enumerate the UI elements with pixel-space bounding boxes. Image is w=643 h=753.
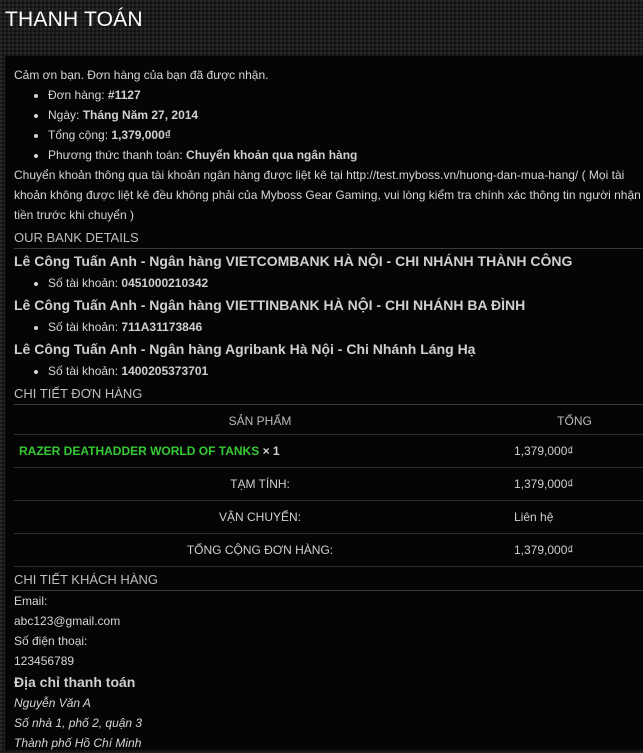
order-total-item: Tổng cộng: 1,379,000₫ [48, 125, 643, 145]
table-row: TỔNG CỘNG ĐƠN HÀNG: 1,379,000₫ [14, 533, 643, 567]
order-total-value: 1,379,000₫ [111, 128, 171, 142]
bank-name-agribank: Lê Công Tuấn Anh - Ngân hàng Agribank Hà… [14, 341, 476, 357]
bank-account-item: Số tài khoản: 1400205373701 [48, 361, 643, 381]
order-total-label: TỔNG CỘNG ĐƠN HÀNG: [14, 533, 506, 567]
account-label: Số tài khoản: [48, 320, 119, 334]
order-total-label: Tổng cộng: [48, 128, 109, 142]
subtotal-label: TẠM TÍNH: [14, 467, 506, 501]
payment-method-item: Phương thức thanh toán: Chuyển khoản qua… [48, 145, 643, 165]
phone-value: 123456789 [14, 654, 75, 668]
email-label: Email: [14, 594, 48, 608]
order-total-value: 1,379,000₫ [506, 533, 643, 567]
order-number-item: Đơn hàng: #1127 [48, 85, 643, 105]
account-number: 711A31173846 [121, 320, 203, 334]
order-date-value: Tháng Năm 27, 2014 [82, 108, 199, 122]
bank-account-item: Số tài khoản: 0451000210342 [48, 273, 643, 293]
subtotal-value: 1,379,000₫ [506, 467, 643, 501]
account-number: 1400205373701 [121, 364, 209, 378]
account-number: 0451000210342 [121, 276, 209, 290]
bank-account-list: Số tài khoản: 711A31173846 [14, 317, 643, 337]
transfer-note: Chuyển khoản thông qua tài khoản ngân hà… [14, 168, 641, 222]
bank-account-list: Số tài khoản: 1400205373701 [14, 361, 643, 381]
order-number-label: Đơn hàng: [48, 88, 105, 102]
table-row: TẠM TÍNH: 1,379,000₫ [14, 467, 643, 501]
order-number-value: #1127 [107, 88, 141, 102]
shipping-value: Liên hệ [506, 500, 643, 534]
customer-details-heading: CHI TIẾT KHÁCH HÀNG [14, 570, 643, 591]
order-received-panel: Cảm ơn bạn. Đơn hàng của bạn đã được nhậ… [5, 56, 643, 750]
bank-name-viettinbank: Lê Công Tuấn Anh - Ngân hàng VIETTINBANK… [14, 297, 526, 313]
product-column-header: SẢN PHẨM [14, 408, 506, 435]
order-details-heading: CHI TIẾT ĐƠN HÀNG [14, 384, 643, 405]
order-date-item: Ngày: Tháng Năm 27, 2014 [48, 105, 643, 125]
product-link[interactable]: RAZER DEATHADDER WORLD OF TANKS [19, 444, 259, 458]
product-total-cell: 1,379,000₫ [506, 434, 643, 468]
page-title: THANH TOÁN [5, 8, 143, 31]
table-header-row: SẢN PHẨM TỔNG [14, 408, 643, 435]
bank-account-list: Số tài khoản: 0451000210342 [14, 273, 643, 293]
order-date-label: Ngày: [48, 108, 80, 122]
payment-method-value: Chuyển khoản qua ngân hàng [186, 148, 358, 162]
table-row: RAZER DEATHADDER WORLD OF TANKS × 1 1,37… [14, 434, 643, 468]
total-column-header: TỔNG [506, 408, 643, 435]
payment-method-label: Phương thức thanh toán: [48, 148, 183, 162]
bank-details-heading: OUR BANK DETAILS [14, 228, 643, 249]
product-cell: RAZER DEATHADDER WORLD OF TANKS × 1 [14, 434, 506, 468]
account-label: Số tài khoản: [48, 276, 119, 290]
bank-account-item: Số tài khoản: 711A31173846 [48, 317, 643, 337]
table-row: VẬN CHUYỂN: Liên hệ [14, 500, 643, 534]
email-value: abc123@gmail.com [14, 614, 121, 628]
billing-city: Thành phố Hồ Chí Minh [14, 736, 142, 750]
phone-label: Số điện thoại: [14, 634, 88, 648]
billing-address-heading: Địa chỉ thanh toán [14, 674, 136, 690]
billing-name: Nguyễn Văn A [14, 696, 91, 710]
shipping-label: VẬN CHUYỂN: [14, 500, 506, 534]
order-details-table: SẢN PHẨM TỔNG RAZER DEATHADDER WORLD OF … [14, 408, 643, 567]
bank-name-vietcombank: Lê Công Tuấn Anh - Ngân hàng VIETCOMBANK… [14, 253, 573, 269]
billing-street: Số nhà 1, phố 2, quận 3 [14, 716, 143, 730]
order-summary-list: Đơn hàng: #1127 Ngày: Tháng Năm 27, 2014… [14, 85, 643, 165]
account-label: Số tài khoản: [48, 364, 119, 378]
thank-you-message: Cảm ơn bạn. Đơn hàng của bạn đã được nhậ… [14, 68, 269, 82]
order-content: Cảm ơn bạn. Đơn hàng của bạn đã được nhậ… [14, 65, 643, 753]
product-quantity: × 1 [262, 444, 280, 458]
